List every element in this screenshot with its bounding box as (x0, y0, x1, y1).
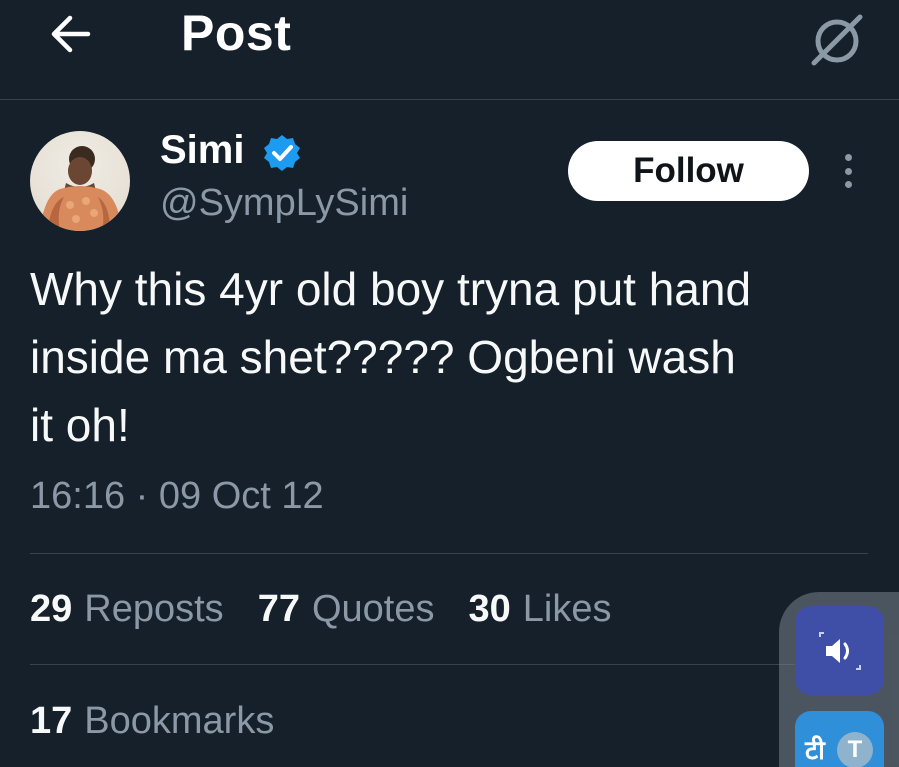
likes-count: 30 (468, 588, 511, 630)
grok-button[interactable] (806, 8, 868, 70)
reposts-stat[interactable]: 29 Reposts (30, 588, 224, 631)
read-aloud-button[interactable] (795, 606, 884, 695)
tweet-timestamp[interactable]: 16:16 · 09 Oct 12 (30, 475, 324, 518)
top-bar: Post (0, 0, 899, 100)
tweet-text: Why this 4yr old boy tryna put hand insi… (30, 263, 752, 451)
reposts-count: 29 (30, 588, 73, 630)
bookmarks-count: 17 (30, 700, 73, 742)
bookmarks-stat[interactable]: 17 Bookmarks (30, 700, 274, 743)
translate-letter: T (837, 732, 873, 767)
speaker-icon (818, 631, 861, 670)
bookmarks-label: Bookmarks (84, 700, 275, 742)
page-title: Post (181, 5, 292, 61)
quotes-count: 77 (257, 588, 300, 630)
author-handle[interactable]: @SympLySimi (160, 182, 408, 225)
verified-badge-icon (264, 135, 300, 171)
avatar[interactable] (30, 131, 130, 231)
more-options-button[interactable] (833, 150, 863, 192)
author-name[interactable]: Simi (160, 128, 244, 173)
translate-hindi-glyph: टी (805, 736, 825, 766)
follow-button[interactable]: Follow (568, 141, 809, 201)
arrow-left-icon (51, 15, 91, 53)
grok-icon (811, 14, 863, 66)
profile-photo (40, 146, 122, 231)
likes-label: Likes (522, 588, 612, 630)
more-vertical-icon (844, 154, 852, 161)
likes-stat[interactable]: 30 Likes (469, 588, 612, 631)
translate-button[interactable]: टी T (795, 711, 884, 767)
quotes-label: Quotes (311, 588, 435, 630)
engagement-stats: 29 Reposts 77 Quotes 30 Likes (30, 588, 612, 638)
back-button[interactable] (44, 8, 96, 60)
divider (30, 553, 868, 554)
quotes-stat[interactable]: 77 Quotes (258, 588, 435, 631)
divider (30, 664, 868, 665)
reposts-label: Reposts (84, 588, 224, 630)
